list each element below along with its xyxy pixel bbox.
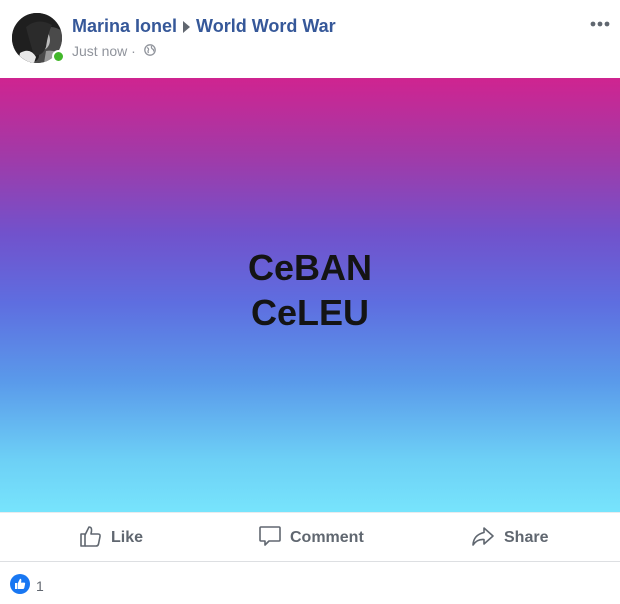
post-meta: Just now · [72,43,156,59]
comment-button[interactable]: Comment [258,524,364,552]
post-action-bar: Like Comment Share [0,512,620,562]
post-header: Marina Ionel World Word War Just now · [0,0,620,78]
like-button[interactable]: Like [79,524,143,552]
like-reaction-icon [10,573,30,599]
comment-bubble-icon [258,524,290,553]
post-colored-background: CeBAN CeLEU [0,78,620,512]
post-title-line: Marina Ionel World Word War [72,16,336,37]
post-text-line-1: CeBAN [247,247,372,288]
share-label: Share [504,529,549,546]
caret-right-icon [183,20,191,33]
reactions-summary[interactable]: 1 [10,573,44,599]
thumbs-up-icon [79,524,111,553]
meta-separator: · [131,43,136,59]
comment-label: Comment [290,529,364,546]
post-timestamp[interactable]: Just now [72,43,127,59]
globe-icon[interactable] [143,43,156,59]
more-options-icon[interactable] [588,16,614,32]
post-text-line-2: CeLEU [250,292,369,333]
reaction-count: 1 [36,578,44,594]
facebook-post: Marina Ionel World Word War Just now · C… [0,0,620,604]
share-arrow-icon [470,524,504,553]
author-avatar[interactable] [12,13,65,63]
online-status-dot [52,50,65,63]
author-name-link[interactable]: Marina Ionel [72,16,177,36]
like-label: Like [111,529,144,546]
share-button[interactable]: Share [470,524,548,552]
post-text: CeBAN CeLEU [248,245,372,335]
group-name-link[interactable]: World Word War [196,16,336,36]
